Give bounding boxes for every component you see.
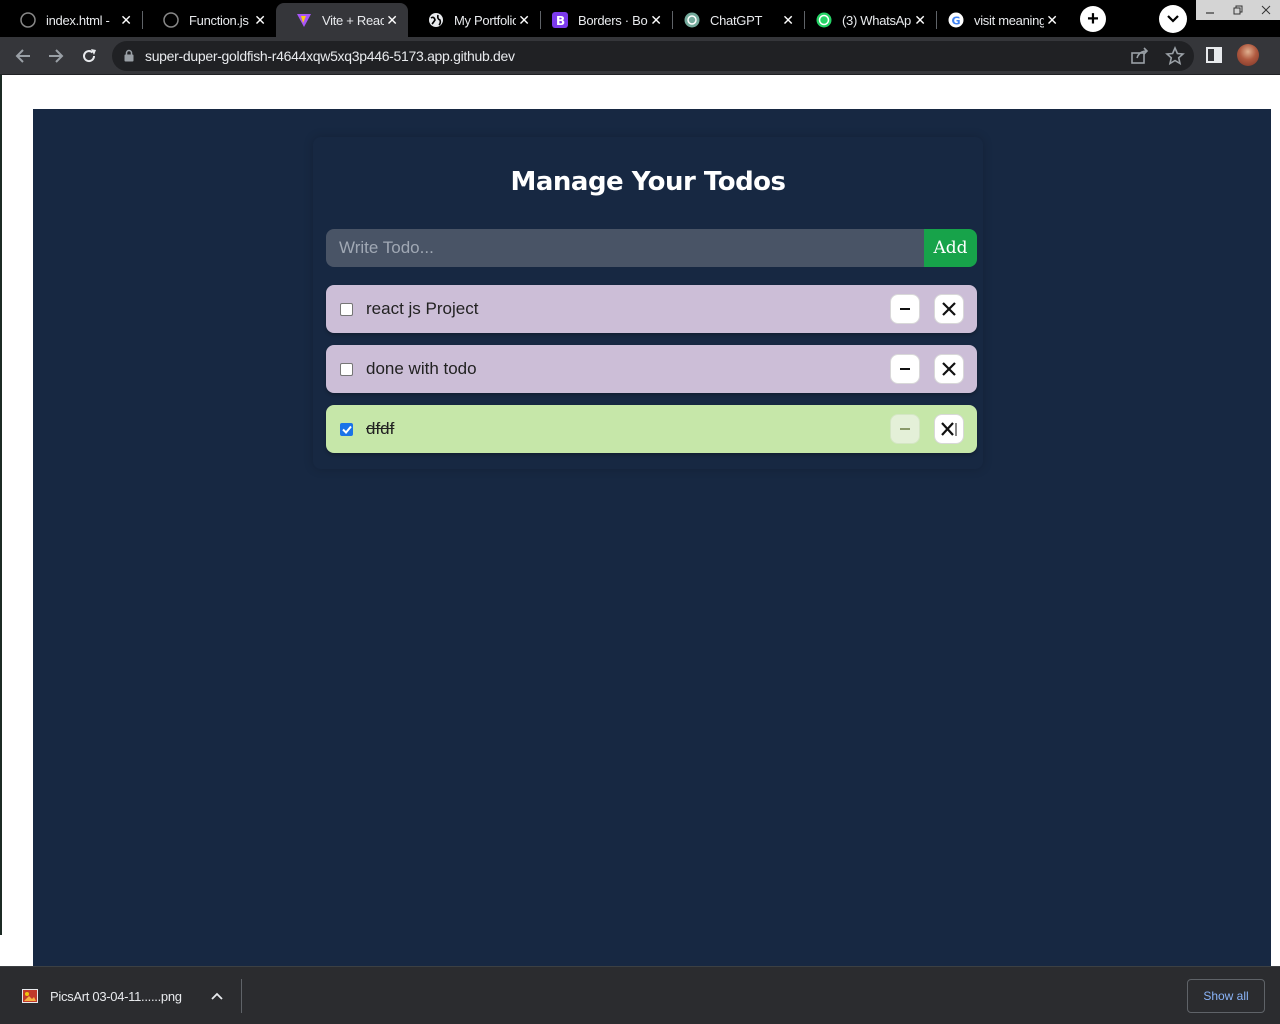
close-icon[interactable]: ✕ <box>252 12 268 28</box>
tab-strip: index.html - ✕ Function.js - ✕ Vite + Re… <box>0 0 1280 37</box>
chevron-up-icon[interactable] <box>211 992 223 1000</box>
window-controls <box>1196 0 1280 20</box>
url-text[interactable]: super-duper-goldfish-r4644xqw5xq3p446-51… <box>145 48 515 64</box>
tab-chatgpt[interactable]: ChatGPT ✕ <box>664 3 804 37</box>
todo-form: Add <box>326 229 977 267</box>
address-bar[interactable]: super-duper-goldfish-r4644xqw5xq3p446-51… <box>112 41 1194 71</box>
todo-text: react js Project <box>366 299 479 318</box>
download-item[interactable]: PicsArt 03-04-11......png <box>12 979 242 1013</box>
tab-whatsapp[interactable]: (3) WhatsAp ✕ <box>796 3 936 37</box>
tab-title: Borders · Bo <box>578 12 648 28</box>
tab-title: My Portfolio <box>454 12 516 28</box>
minus-icon <box>900 368 910 370</box>
reload-button[interactable] <box>77 44 101 68</box>
delete-todo-button[interactable] <box>934 294 964 324</box>
google-icon: G <box>948 12 964 28</box>
page-viewport: Manage Your Todos Add react js Project d… <box>0 75 1280 966</box>
reload-icon <box>83 49 96 63</box>
tab-title: Vite + React <box>322 12 384 28</box>
edit-todo-button[interactable] <box>890 414 920 444</box>
tab-function-js[interactable]: Function.js - ✕ <box>143 3 276 37</box>
tab-my-portfolio[interactable]: My Portfolio ✕ <box>408 3 540 37</box>
page-title: Manage Your Todos <box>510 167 786 197</box>
tab-title: ChatGPT <box>710 12 763 28</box>
tab-vite-react[interactable]: Vite + React ✕ <box>276 3 408 37</box>
bookmark-star-icon[interactable] <box>1165 46 1185 66</box>
back-button[interactable] <box>11 44 35 68</box>
svg-text:G: G <box>952 15 961 28</box>
todo-item: dfdf <box>326 405 977 453</box>
minimize-button[interactable] <box>1196 0 1224 20</box>
browser-toolbar: super-duper-goldfish-r4644xqw5xq3p446-51… <box>0 37 1280 75</box>
todo-item: react js Project <box>326 285 977 333</box>
close-icon <box>942 362 956 376</box>
todo-item: done with todo <box>326 345 977 393</box>
download-file-name: PicsArt 03-04-11......png <box>50 988 182 1004</box>
edit-todo-button[interactable] <box>890 294 920 324</box>
arrow-left-icon <box>15 49 30 63</box>
globe-icon <box>428 12 444 28</box>
svg-text:B: B <box>556 14 565 28</box>
github-icon <box>20 12 36 28</box>
chatgpt-icon <box>684 12 700 28</box>
new-tab-button[interactable]: + <box>1080 6 1106 32</box>
restore-button[interactable] <box>1224 0 1252 20</box>
close-icon[interactable]: ✕ <box>1044 12 1060 28</box>
tab-title: (3) WhatsAp <box>842 12 911 28</box>
minus-icon <box>900 308 910 310</box>
bootstrap-icon: B <box>552 12 568 28</box>
side-panel-icon[interactable] <box>1204 45 1224 65</box>
checkmark-icon <box>341 425 352 434</box>
app-background: Manage Your Todos Add react js Project d… <box>33 109 1271 966</box>
delete-todo-button[interactable] <box>934 354 964 384</box>
tab-borders-bootstrap[interactable]: B Borders · Bo ✕ <box>532 3 672 37</box>
close-icon <box>941 422 957 436</box>
tab-search-button[interactable] <box>1159 5 1187 33</box>
todo-checkbox[interactable] <box>340 362 353 376</box>
whatsapp-icon <box>816 12 832 28</box>
tab-visit-meaning[interactable]: G visit meaning ✕ <box>928 3 1068 37</box>
forward-button[interactable] <box>44 44 68 68</box>
todo-checkbox[interactable] <box>340 422 353 436</box>
edit-todo-button[interactable] <box>890 354 920 384</box>
close-icon[interactable]: ✕ <box>648 12 664 28</box>
share-icon[interactable] <box>1130 46 1150 66</box>
arrow-right-icon <box>49 49 64 63</box>
delete-todo-button[interactable] <box>934 414 964 444</box>
tab-title: Function.js - <box>189 12 252 28</box>
close-icon <box>942 302 956 316</box>
page-edge <box>0 75 2 935</box>
download-bar: PicsArt 03-04-11......png Show all <box>0 966 1280 1024</box>
close-icon[interactable]: ✕ <box>912 12 928 28</box>
show-all-button[interactable]: Show all <box>1187 979 1265 1013</box>
chevron-down-icon <box>1167 15 1179 23</box>
minus-icon <box>900 428 910 430</box>
close-icon[interactable]: ✕ <box>780 12 796 28</box>
image-file-icon <box>22 989 38 1003</box>
lock-icon[interactable] <box>124 49 134 62</box>
todo-input[interactable] <box>326 229 924 267</box>
todo-text: done with todo <box>366 359 477 378</box>
vite-icon <box>296 12 312 28</box>
window-close-button[interactable] <box>1252 0 1280 20</box>
profile-avatar[interactable] <box>1237 44 1259 66</box>
todo-card: Manage Your Todos Add react js Project d… <box>313 137 983 469</box>
tab-title: index.html - <box>46 12 110 28</box>
close-icon[interactable]: ✕ <box>384 12 400 28</box>
todo-text: dfdf <box>366 419 395 438</box>
close-icon[interactable]: ✕ <box>118 12 134 28</box>
add-todo-button[interactable]: Add <box>924 229 977 267</box>
todo-checkbox[interactable] <box>340 302 353 316</box>
github-icon <box>163 12 179 28</box>
tab-index-html[interactable]: index.html - ✕ <box>0 3 142 37</box>
tab-title: visit meaning <box>974 12 1044 28</box>
close-icon[interactable]: ✕ <box>516 12 532 28</box>
